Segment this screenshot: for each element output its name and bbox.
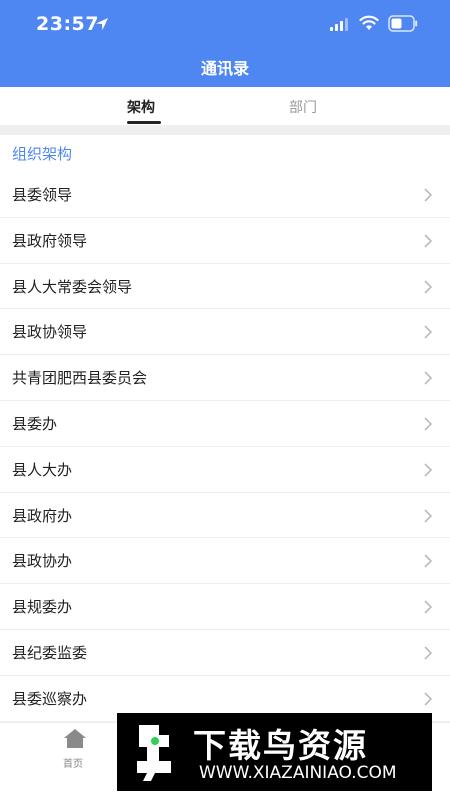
list-item[interactable]: 县纪委监委 xyxy=(0,629,450,676)
battery-icon xyxy=(388,15,418,32)
list-item-label: 县政协办 xyxy=(12,552,73,571)
wifi-icon xyxy=(359,15,379,30)
app-header: 23:57 通讯录 xyxy=(0,0,450,87)
list-item-label: 县委巡察办 xyxy=(12,689,88,708)
list-item[interactable]: 县委领导 xyxy=(0,172,450,218)
section-divider xyxy=(0,125,450,135)
watermark-url: WWW.XIAZAINIAO.COM xyxy=(199,763,397,783)
chevron-right-icon xyxy=(424,234,432,248)
section-title: 组织架构 xyxy=(12,145,73,163)
bird-logo-icon xyxy=(137,725,171,781)
chevron-right-icon xyxy=(424,371,432,385)
chevron-right-icon xyxy=(424,280,432,294)
chevron-right-icon xyxy=(424,509,432,523)
chevron-right-icon xyxy=(424,325,432,339)
tab-department[interactable]: 部门 xyxy=(289,97,317,117)
list-item-label: 县政府办 xyxy=(12,506,73,525)
list-item-label: 县政府领导 xyxy=(12,231,88,250)
chevron-right-icon xyxy=(424,417,432,431)
watermark-title: 下载鸟资源 xyxy=(193,726,368,765)
list-item[interactable]: 县政府办 xyxy=(0,492,450,539)
list-item-label: 县人大办 xyxy=(12,460,73,479)
list-item[interactable]: 县人大办 xyxy=(0,446,450,493)
list-item[interactable]: 县政府领导 xyxy=(0,217,450,264)
list-item[interactable]: 县政协领导 xyxy=(0,309,450,356)
chevron-right-icon xyxy=(424,692,432,706)
cellular-signal-icon xyxy=(330,18,348,31)
list-item-label: 共青团肥西县委员会 xyxy=(12,369,148,388)
list-item-label: 县委办 xyxy=(12,414,58,433)
status-time: 23:57 xyxy=(36,13,99,35)
tab-home-label[interactable]: 首页 xyxy=(63,755,83,770)
org-list: 县委领导 县政府领导 县人大常委会领导 县政协领导 共青团肥西县委员会 县委办 … xyxy=(0,172,450,722)
status-bar: 23:57 xyxy=(0,0,450,48)
location-arrow-icon xyxy=(96,18,108,30)
chevron-right-icon xyxy=(424,554,432,568)
page-title: 通讯录 xyxy=(200,59,249,78)
list-item[interactable]: 县人大常委会领导 xyxy=(0,263,450,310)
list-item[interactable]: 县规委办 xyxy=(0,584,450,630)
home-icon[interactable] xyxy=(63,728,87,749)
list-item[interactable]: 县委办 xyxy=(0,400,450,447)
chevron-right-icon xyxy=(424,600,432,614)
chevron-right-icon xyxy=(424,646,432,660)
list-item[interactable]: 共青团肥西县委员会 xyxy=(0,355,450,401)
list-item[interactable]: 县政协办 xyxy=(0,538,450,585)
watermark-banner: 下载鸟资源 WWW.XIAZAINIAO.COM xyxy=(117,713,432,791)
chevron-right-icon xyxy=(424,463,432,477)
active-tab-indicator xyxy=(127,121,161,124)
tab-structure[interactable]: 架构 xyxy=(127,97,155,117)
list-item-label: 县人大常委会领导 xyxy=(12,277,133,296)
tab-bar: 架构 部门 xyxy=(0,87,450,125)
chevron-right-icon xyxy=(424,188,432,202)
list-item-label: 县规委办 xyxy=(12,598,73,617)
list-item-label: 县政协领导 xyxy=(12,323,88,342)
list-item-label: 县纪委监委 xyxy=(12,643,88,662)
list-item-label: 县委领导 xyxy=(12,186,73,204)
